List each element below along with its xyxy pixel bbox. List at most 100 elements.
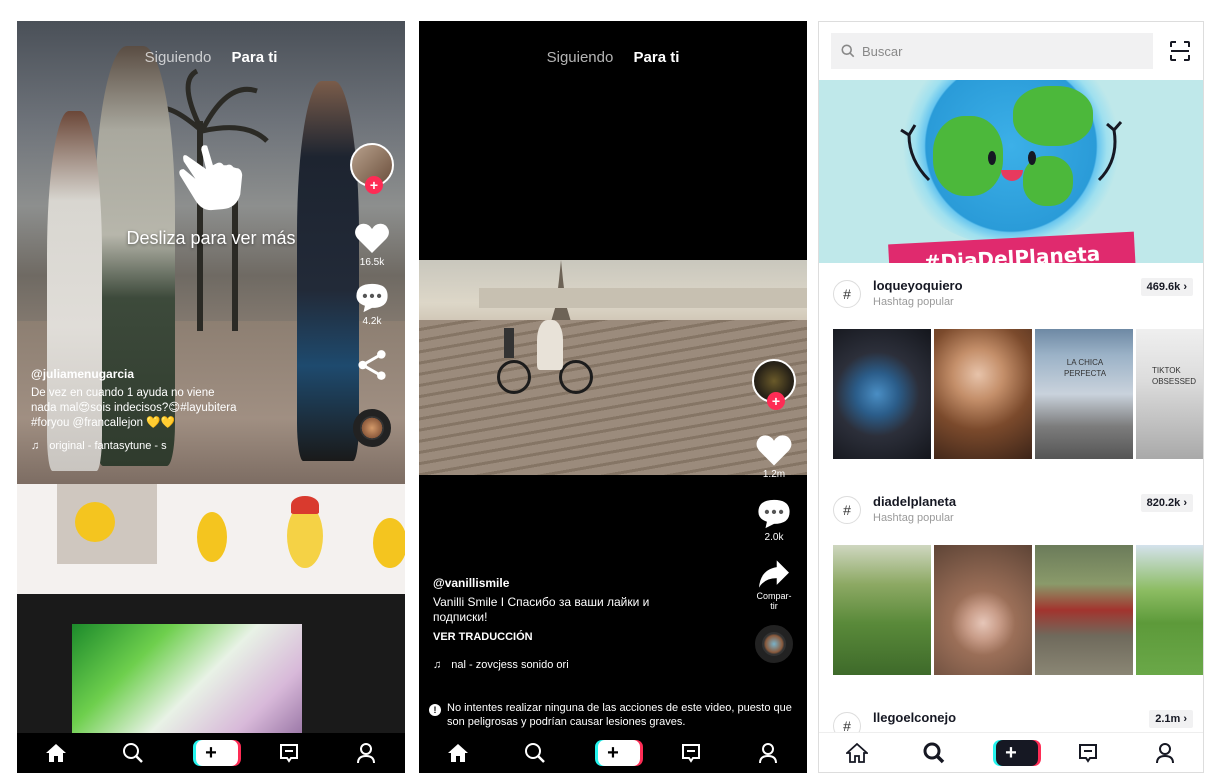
inbox-icon bbox=[681, 744, 700, 763]
hashtag-subtitle: Hashtag popular bbox=[873, 512, 954, 524]
home-icon bbox=[447, 744, 468, 762]
search-input[interactable]: Buscar bbox=[831, 33, 1153, 69]
share-arrow-icon[interactable] bbox=[757, 559, 791, 589]
safety-warning: ! No intentes realizar ninguna de las ac… bbox=[429, 701, 801, 729]
search-icon bbox=[923, 742, 945, 763]
like-count: 1.2m bbox=[762, 469, 786, 480]
nav-discover[interactable] bbox=[118, 738, 148, 768]
nav-discover[interactable] bbox=[919, 738, 949, 768]
hashtag-count[interactable]: 469.6k › bbox=[1140, 278, 1193, 296]
feed-tabs: Siguiendo Para ti bbox=[419, 49, 807, 66]
inbox-icon bbox=[279, 744, 298, 763]
heart-icon[interactable] bbox=[755, 433, 793, 467]
video-thumbnail[interactable]: TIKTOK OBSESSED bbox=[1136, 329, 1203, 459]
nav-profile[interactable] bbox=[753, 738, 783, 768]
comment-icon[interactable] bbox=[757, 498, 791, 530]
creator-username[interactable]: @vanillismile bbox=[433, 576, 743, 590]
creator-avatar[interactable]: + bbox=[350, 143, 394, 194]
hashtag-icon: # bbox=[833, 496, 861, 524]
search-icon bbox=[525, 743, 546, 763]
video-thumbnail[interactable]: LA CHICA PERFECTA bbox=[1035, 329, 1133, 459]
nav-home[interactable] bbox=[443, 738, 473, 768]
music-disc-icon[interactable] bbox=[353, 409, 391, 447]
create-button[interactable]: + bbox=[992, 739, 1041, 766]
video-player[interactable]: Siguiendo Para ti Desliza para ver más +… bbox=[17, 21, 405, 484]
follow-plus-icon[interactable]: + bbox=[365, 176, 383, 194]
planet-arms bbox=[900, 121, 1123, 182]
see-translation-link[interactable]: VER TRADUCCIÓN bbox=[433, 631, 743, 643]
video-thumbnail[interactable] bbox=[1035, 545, 1133, 675]
caption-text: Vanilli Smile I Спасибо за ваши лайки и … bbox=[433, 595, 650, 624]
warning-text: No intentes realizar ninguna de las acci… bbox=[447, 702, 792, 728]
bottom-nav: + bbox=[819, 732, 1203, 772]
music-title: nal - zovcjess sonido ori bbox=[451, 659, 569, 671]
hashtag-header[interactable]: # loqueyoquiero Hashtag popular 469.6k › bbox=[819, 272, 1203, 320]
video-player[interactable] bbox=[419, 260, 807, 475]
hashtag-icon: # bbox=[833, 280, 861, 308]
profile-icon bbox=[357, 743, 376, 764]
info-icon: ! bbox=[429, 704, 441, 716]
tab-following[interactable]: Siguiendo bbox=[145, 49, 212, 66]
like-count: 16.5k bbox=[359, 257, 385, 268]
video-thumbnail[interactable] bbox=[934, 329, 1032, 459]
nav-home[interactable] bbox=[842, 738, 872, 768]
music-row[interactable]: ♫ original - fantasytune - s bbox=[31, 440, 341, 452]
screenshot-collage: Siguiendo Para ti Desliza para ver más +… bbox=[0, 0, 1209, 778]
music-disc-icon[interactable] bbox=[755, 625, 793, 663]
next-video-preview[interactable] bbox=[17, 484, 405, 734]
search-icon bbox=[123, 743, 144, 763]
video-caption: @juliamenugarcia De vez en cuando 1 ayud… bbox=[31, 367, 341, 452]
video-caption: @vanillismile Vanilli Smile I Спасибо за… bbox=[433, 576, 743, 671]
video-thumbnail[interactable] bbox=[833, 329, 931, 459]
nav-profile[interactable] bbox=[351, 738, 381, 768]
share-label: Compar-tir bbox=[756, 591, 792, 611]
comment-count: 2.0k bbox=[764, 532, 784, 543]
feed-tabs: Siguiendo Para ti bbox=[17, 49, 405, 66]
video-thumbnails bbox=[833, 545, 1203, 675]
cyclist bbox=[537, 320, 563, 370]
heart-icon[interactable] bbox=[354, 221, 390, 255]
nav-discover[interactable] bbox=[520, 738, 550, 768]
music-note-icon: ♫ bbox=[433, 659, 442, 671]
home-icon bbox=[45, 744, 66, 762]
nav-create[interactable]: + bbox=[594, 738, 643, 768]
hashtag-count[interactable]: 2.1m › bbox=[1149, 710, 1193, 728]
phone-feed-video: Siguiendo Para ti + 1.2m 2.0k Compar-tir… bbox=[419, 21, 807, 773]
nav-create[interactable]: + bbox=[992, 738, 1041, 768]
music-row[interactable]: ♫ nal - zovcjess sonido ori bbox=[433, 659, 743, 671]
nav-inbox[interactable] bbox=[1073, 738, 1103, 768]
video-thumbnail[interactable] bbox=[1136, 545, 1203, 675]
nav-create[interactable]: + bbox=[192, 738, 241, 768]
action-rail: + 16.5k 4.2k bbox=[350, 143, 394, 447]
create-button[interactable]: + bbox=[192, 740, 241, 766]
share-icon[interactable] bbox=[355, 349, 389, 381]
swipe-hand-icon bbox=[179, 145, 243, 211]
create-button[interactable]: + bbox=[594, 740, 643, 766]
scan-qr-icon[interactable] bbox=[1169, 40, 1191, 62]
video-thumbnail[interactable] bbox=[934, 545, 1032, 675]
hashtag-subtitle: Hashtag popular bbox=[873, 296, 954, 308]
nav-home[interactable] bbox=[41, 738, 71, 768]
follow-plus-icon[interactable]: + bbox=[767, 392, 785, 410]
creator-avatar[interactable]: + bbox=[752, 359, 796, 410]
tab-for-you[interactable]: Para ti bbox=[634, 49, 680, 66]
nav-profile[interactable] bbox=[1150, 738, 1180, 768]
creator-username[interactable]: @juliamenugarcia bbox=[31, 367, 341, 381]
campaign-banner[interactable]: #DiaDelPlaneta bbox=[819, 80, 1203, 263]
comment-count: 4.2k bbox=[362, 316, 382, 327]
hashtag-count[interactable]: 820.2k › bbox=[1140, 494, 1193, 512]
hashtag-name: llegoelconejo bbox=[873, 710, 957, 725]
hashtag-name: diadelplaneta bbox=[873, 494, 957, 509]
tab-for-you[interactable]: Para ti bbox=[232, 49, 278, 66]
nav-inbox[interactable] bbox=[676, 738, 706, 768]
plus-icon: + bbox=[607, 742, 619, 764]
nav-inbox[interactable] bbox=[274, 738, 304, 768]
home-icon bbox=[846, 742, 869, 763]
profile-icon bbox=[1155, 742, 1174, 763]
tab-following[interactable]: Siguiendo bbox=[547, 49, 614, 66]
bottom-nav: + bbox=[419, 733, 807, 773]
comment-icon[interactable] bbox=[355, 282, 389, 314]
hashtag-header[interactable]: # diadelplaneta Hashtag popular 820.2k › bbox=[819, 488, 1203, 536]
phone-discover: Buscar #DiaDelPlaneta # loqueyoquiero Ha… bbox=[818, 21, 1204, 773]
video-thumbnail[interactable] bbox=[833, 545, 931, 675]
